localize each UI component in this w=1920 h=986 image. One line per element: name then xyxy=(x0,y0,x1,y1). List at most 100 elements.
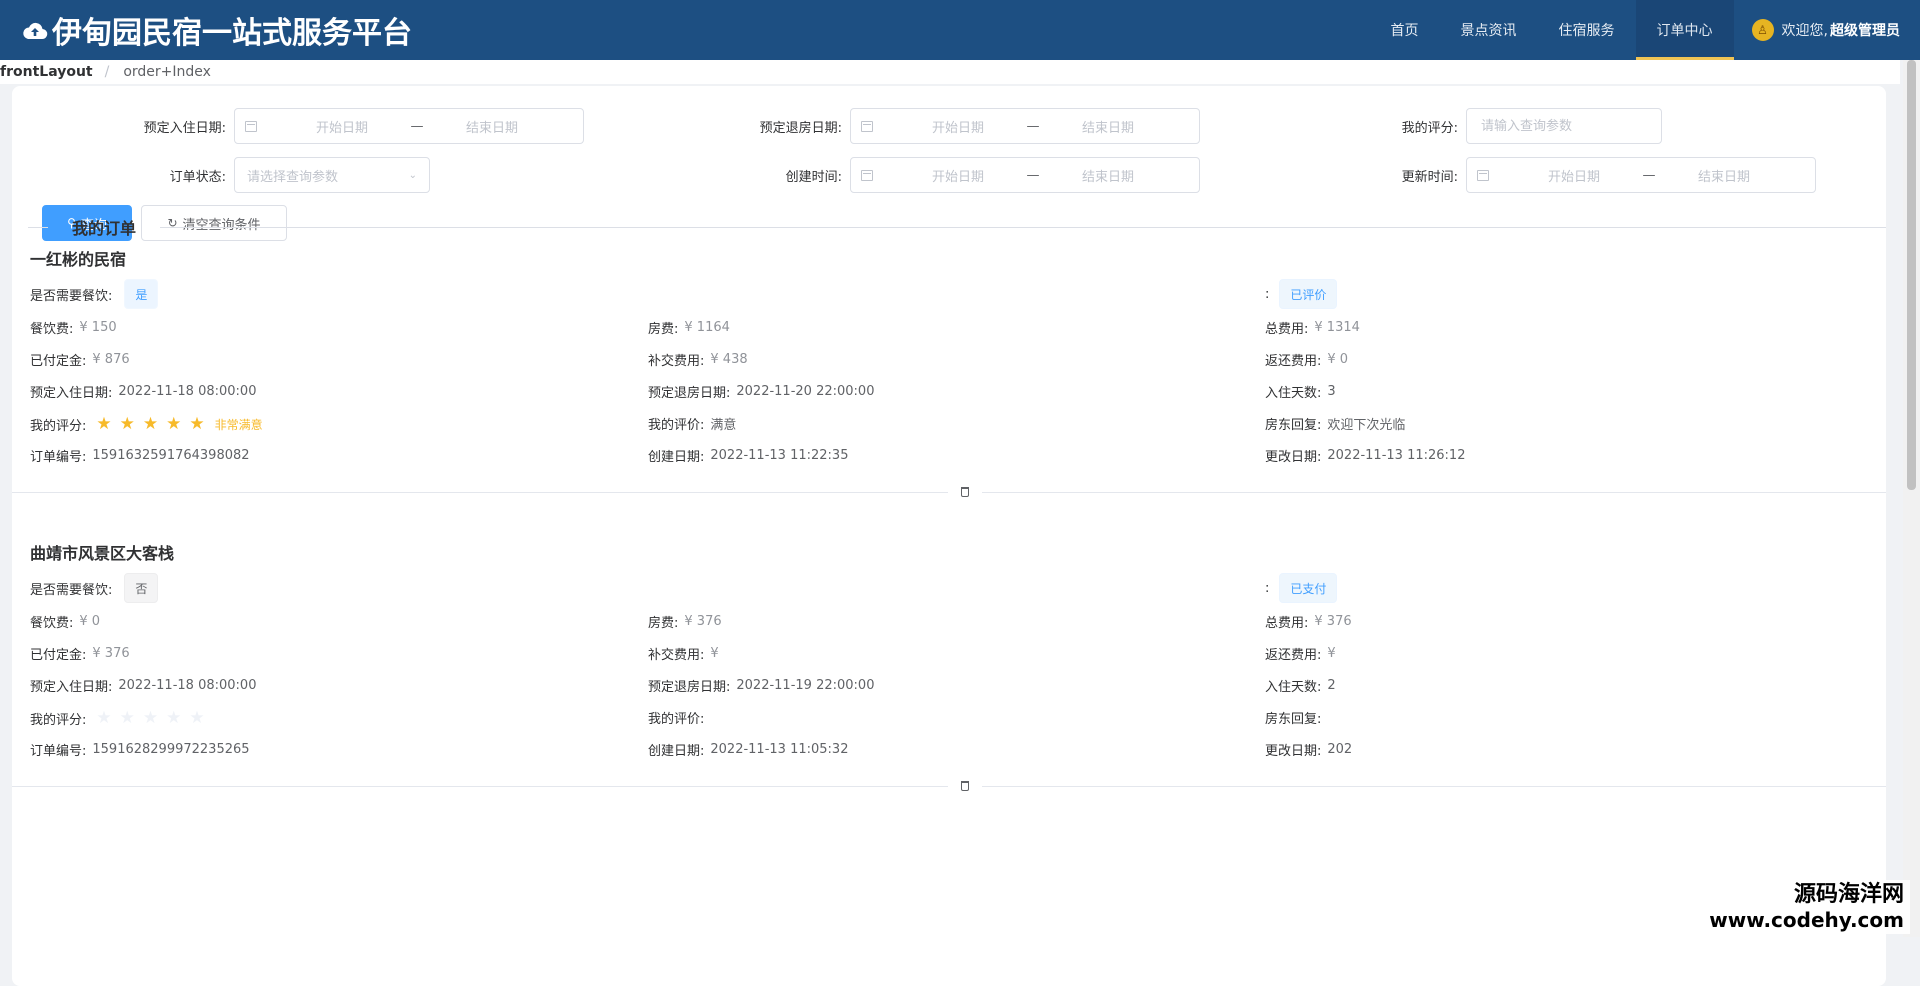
deposit-label: 已付定金: xyxy=(30,648,87,663)
extra-value: ¥ 438 xyxy=(710,352,748,367)
nav-lodging[interactable]: 住宿服务 xyxy=(1538,0,1636,60)
star-icon[interactable]: ★ xyxy=(96,414,111,434)
status-filter: 订单状态: 请选择查询参数 ⌄ xyxy=(12,157,430,193)
status-colon: : xyxy=(1265,286,1270,302)
calendar-icon xyxy=(861,169,873,181)
checkout-date-range[interactable]: 开始日期 — 结束日期 xyxy=(850,108,1200,144)
search-row-1: 预定入住日期: 开始日期 — 结束日期 预定退房日期: 开始日期 — 结束日期 … xyxy=(12,108,1886,144)
star-icon[interactable]: ★ xyxy=(166,414,181,434)
breadcrumb-root[interactable]: frontLayout xyxy=(0,64,93,80)
checkin-value: 2022-11-18 08:00:00 xyxy=(118,678,257,693)
score-input[interactable] xyxy=(1466,108,1662,144)
order-homestay-name[interactable]: 曲靖市风景区大客栈 xyxy=(30,540,174,564)
checkin-date-range[interactable]: 开始日期 — 结束日期 xyxy=(234,108,584,144)
meal-fee-label: 餐饮费: xyxy=(30,616,74,631)
nav-orders[interactable]: 订单中心 xyxy=(1635,0,1734,60)
order-meal-fee: 餐饮费: ¥ 0 xyxy=(30,612,100,631)
deposit-label: 已付定金: xyxy=(30,354,87,369)
watermark: 源码海洋网 www.codehy.com xyxy=(1703,880,1910,934)
order-total: 总费用: ¥ 1314 xyxy=(1265,318,1360,337)
created-label: 创建日期: xyxy=(648,744,705,759)
order-updated: 更改日期: 2022-11-13 11:26:12 xyxy=(1265,446,1465,465)
order-status: : 已评价 xyxy=(1265,279,1338,309)
range-end[interactable]: 结束日期 xyxy=(437,117,547,136)
brand[interactable]: 伊甸园民宿一站式服务平台 xyxy=(22,8,412,52)
range-separator: — xyxy=(410,118,424,134)
site-title: 伊甸园民宿一站式服务平台 xyxy=(52,16,412,51)
range-end[interactable]: 结束日期 xyxy=(1669,166,1779,185)
status-colon: : xyxy=(1265,580,1270,596)
order-total: 总费用: ¥ 376 xyxy=(1265,612,1352,631)
star-icon[interactable]: ★ xyxy=(143,414,158,434)
delete-order-button[interactable] xyxy=(948,482,982,502)
score-label: 我的评分: xyxy=(30,418,87,434)
star-icon[interactable]: ★ xyxy=(143,708,158,728)
updated-filter: 更新时间: 开始日期 — 结束日期 xyxy=(1212,157,1816,193)
order-refund: 返还费用: ¥ 0 xyxy=(1265,350,1348,369)
room-fee-value: ¥ 376 xyxy=(684,614,722,629)
top-navbar: 伊甸园民宿一站式服务平台 首页 景点资讯 住宿服务 订单中心 ♙ 欢迎您, 超级… xyxy=(0,0,1920,60)
range-end[interactable]: 结束日期 xyxy=(1053,166,1163,185)
order-no-value: 1591628299972235265 xyxy=(92,742,250,757)
created-date-range[interactable]: 开始日期 — 结束日期 xyxy=(850,157,1200,193)
reply-label: 房东回复: xyxy=(1265,418,1322,433)
order-homestay-name[interactable]: 一红彬的民宿 xyxy=(30,246,126,270)
breadcrumb: frontLayout / order+Index xyxy=(0,60,1900,84)
order-status: : 已支付 xyxy=(1265,573,1338,603)
updated-filter-label: 更新时间: xyxy=(1401,169,1458,185)
updated-label: 更改日期: xyxy=(1265,450,1322,465)
user-menu[interactable]: ♙ 欢迎您, 超级管理员 xyxy=(1751,19,1900,41)
range-start[interactable]: 开始日期 xyxy=(287,117,397,136)
meal-fee-value: ¥ 150 xyxy=(79,320,117,335)
welcome-text: 欢迎您, xyxy=(1781,23,1828,39)
range-separator: — xyxy=(1642,167,1656,183)
divider-line xyxy=(28,226,48,228)
reply-label: 房东回复: xyxy=(1265,712,1322,727)
room-fee-label: 房费: xyxy=(648,616,679,631)
page-scrollbar[interactable] xyxy=(1903,60,1920,937)
extra-label: 补交费用: xyxy=(648,648,705,663)
nav-home[interactable]: 首页 xyxy=(1370,0,1440,60)
star-icon[interactable]: ★ xyxy=(120,414,135,434)
range-end[interactable]: 结束日期 xyxy=(1053,117,1163,136)
divider-line xyxy=(160,226,1886,228)
range-start[interactable]: 开始日期 xyxy=(903,117,1013,136)
star-rating[interactable]: ★ ★ ★ ★ ★ xyxy=(96,708,214,728)
order-days: 入住天数: 2 xyxy=(1265,676,1336,695)
range-start[interactable]: 开始日期 xyxy=(903,166,1013,185)
section-title-text: 我的订单 xyxy=(72,219,137,238)
star-icon[interactable]: ★ xyxy=(166,708,181,728)
star-icon[interactable]: ★ xyxy=(189,414,204,434)
nav-attractions[interactable]: 景点资讯 xyxy=(1440,0,1538,60)
order-deposit: 已付定金: ¥ 376 xyxy=(30,644,130,663)
order-created: 创建日期: 2022-11-13 11:22:35 xyxy=(648,446,848,465)
delete-order-button[interactable] xyxy=(948,776,982,796)
meal-fee-label: 餐饮费: xyxy=(30,322,74,337)
star-icon[interactable]: ★ xyxy=(96,708,111,728)
star-icon[interactable]: ★ xyxy=(189,708,204,728)
checkin-label: 预定入住日期: xyxy=(30,680,113,695)
scrollbar-thumb[interactable] xyxy=(1907,60,1916,490)
star-rating[interactable]: ★ ★ ★ ★ ★ 非常满意 xyxy=(96,414,262,434)
range-separator: — xyxy=(1026,167,1040,183)
range-start[interactable]: 开始日期 xyxy=(1519,166,1629,185)
order-days: 入住天数: 3 xyxy=(1265,382,1336,401)
updated-date-range[interactable]: 开始日期 — 结束日期 xyxy=(1466,157,1816,193)
star-icon[interactable]: ★ xyxy=(120,708,135,728)
order-number: 订单编号: 1591632591764398082 xyxy=(30,446,250,465)
total-label: 总费用: xyxy=(1265,322,1309,337)
breadcrumb-current: order+Index xyxy=(123,64,211,80)
order-extra: 补交费用: ¥ xyxy=(648,644,719,663)
order-deposit: 已付定金: ¥ 876 xyxy=(30,350,130,369)
order-refund: 返还费用: ¥ xyxy=(1265,644,1336,663)
checkout-label: 预定退房日期: xyxy=(648,680,731,695)
status-select-placeholder: 请选择查询参数 xyxy=(247,169,339,185)
status-select[interactable]: 请选择查询参数 ⌄ xyxy=(234,157,430,193)
checkin-filter-label: 预定入住日期: xyxy=(143,120,226,136)
order-number: 订单编号: 1591628299972235265 xyxy=(30,740,250,759)
room-fee-label: 房费: xyxy=(648,322,679,337)
review-label: 我的评价: xyxy=(648,712,705,727)
reply-value: 欢迎下次光临 xyxy=(1327,418,1406,433)
watermark-line-2: www.codehy.com xyxy=(1709,908,1904,932)
checkin-filter: 预定入住日期: 开始日期 — 结束日期 xyxy=(12,108,592,144)
